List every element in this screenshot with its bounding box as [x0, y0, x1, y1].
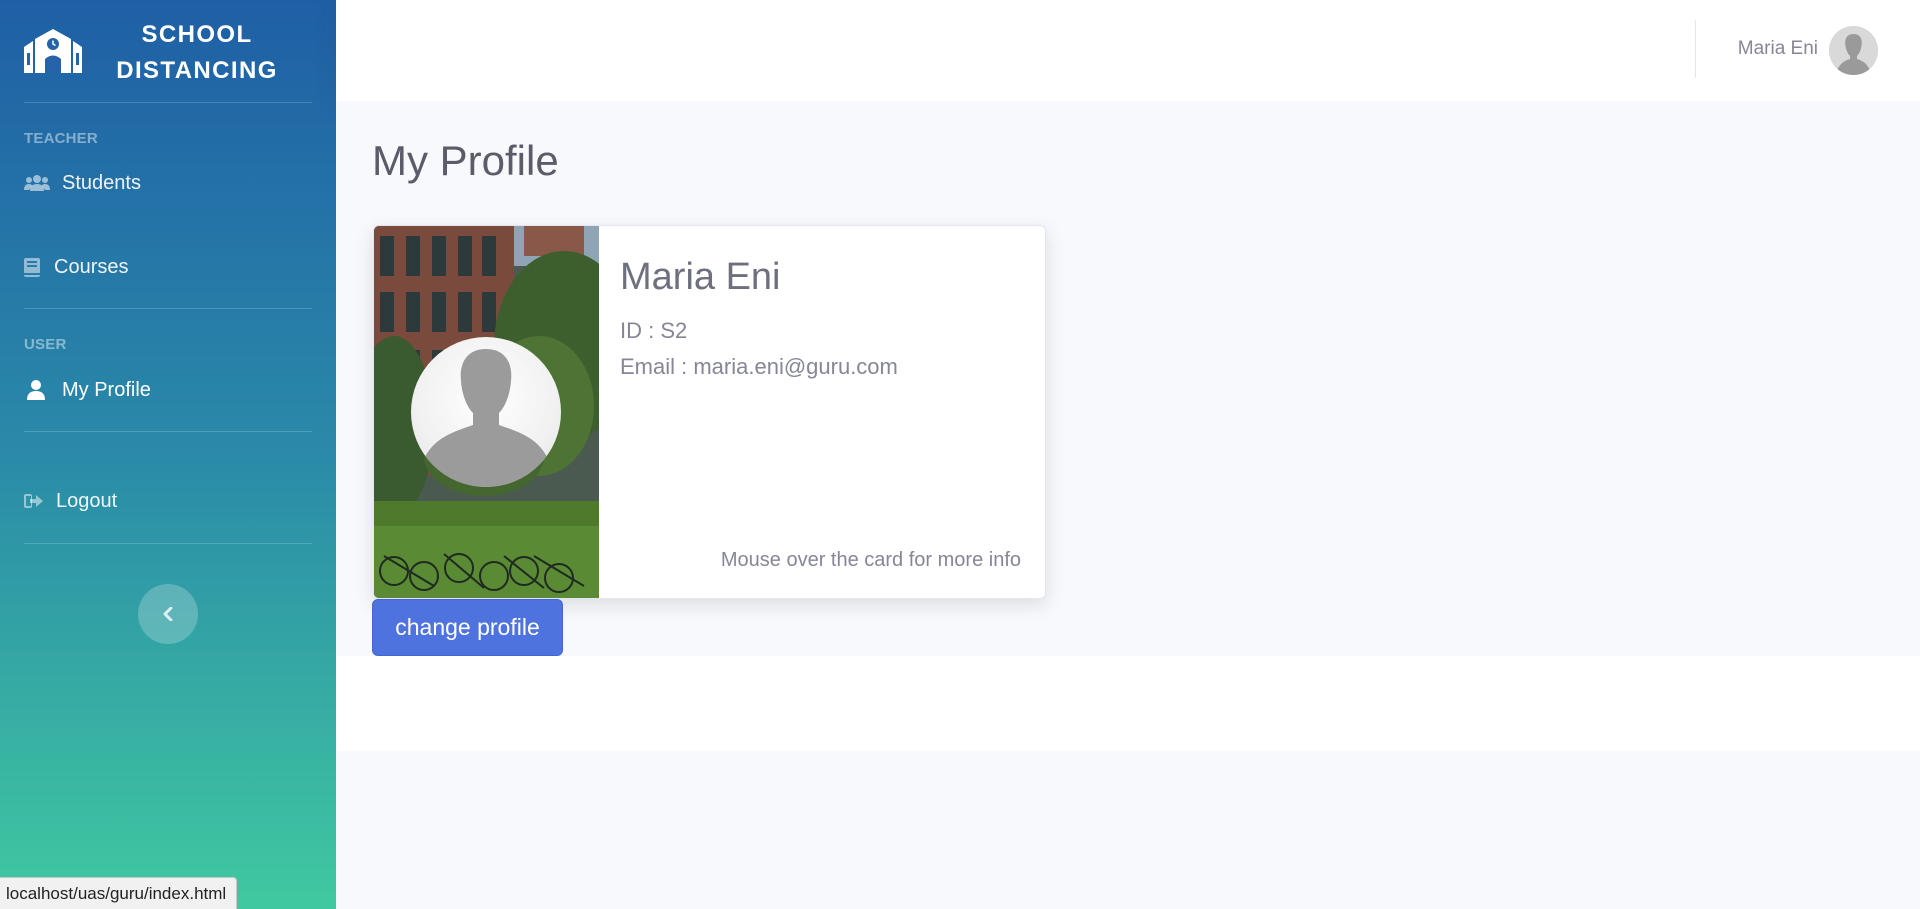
sidebar-divider [24, 543, 312, 544]
sidebar-item-students[interactable]: Students [0, 163, 336, 203]
footer [336, 656, 1920, 751]
campus-photo [374, 226, 599, 598]
sidebar-item-label: Students [62, 171, 141, 194]
school-building-icon [24, 29, 82, 73]
sidebar-item-logout[interactable]: Logout [0, 481, 336, 521]
person-silhouette-icon [423, 349, 549, 487]
sidebar-item-label: My Profile [62, 378, 151, 401]
sidebar-item-my-profile[interactable]: My Profile [0, 370, 336, 410]
profile-card-body: Maria Eni ID : S2 Email : maria.eni@guru… [620, 226, 1045, 598]
book-icon [24, 257, 42, 277]
page-title: My Profile [372, 137, 559, 184]
profile-card-hint: Mouse over the card for more info [720, 549, 1021, 571]
sidebar-item-label: Logout [56, 489, 118, 512]
sidebar-heading-teacher: TEACHER [24, 130, 98, 147]
profile-name: Maria Eni [620, 256, 781, 298]
profile-id: ID : S2 [620, 318, 688, 343]
status-bar-url: localhost/uas/guru/index.html [0, 877, 238, 909]
sign-out-icon [24, 491, 44, 511]
user-avatar[interactable] [1829, 26, 1878, 75]
sidebar-item-courses[interactable]: Courses [0, 247, 336, 287]
brand-name: SCHOOL DISTANCING [116, 21, 278, 84]
topbar-user-name[interactable]: Maria Eni [1738, 38, 1818, 60]
brand[interactable]: SCHOOL DISTANCING [0, 0, 336, 102]
profile-card[interactable]: Maria Eni ID : S2 Email : maria.eni@guru… [373, 225, 1046, 599]
sidebar-toggle-button[interactable] [138, 584, 198, 644]
user-icon [24, 380, 50, 400]
main-content: My Profile Maria Eni ID: S2 Email: mar… [336, 101, 1920, 656]
person-silhouette-icon [1829, 26, 1878, 75]
topbar-divider [1695, 20, 1696, 78]
profile-avatar [411, 337, 561, 487]
sidebar: SCHOOL DISTANCING TEACHER Students Cours… [0, 0, 336, 909]
sidebar-item-label: Courses [54, 255, 129, 278]
topbar: Maria Eni [336, 0, 1920, 101]
users-icon [24, 173, 50, 193]
profile-email: Email : maria.eni@guru.com [620, 354, 898, 379]
sidebar-heading-user: USER [24, 336, 67, 353]
change-profile-button[interactable]: change profile [372, 599, 563, 656]
chevron-left-icon [163, 607, 173, 621]
